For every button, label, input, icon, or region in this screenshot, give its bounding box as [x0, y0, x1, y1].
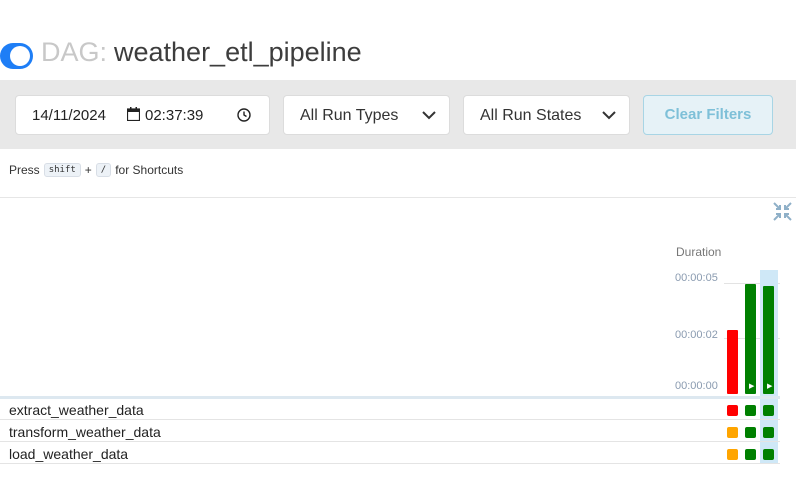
play-icon: ▶ — [749, 383, 755, 390]
clock-icon[interactable] — [237, 108, 251, 122]
task-row[interactable]: transform_weather_data — [0, 421, 780, 442]
duration-tick: 00:00:00 — [675, 380, 718, 392]
task-instance-square[interactable] — [727, 449, 738, 460]
task-instance-square[interactable] — [727, 405, 738, 416]
shortcut-plus: + — [84, 163, 92, 177]
run-states-select[interactable]: All Run States — [463, 95, 630, 135]
run-types-value: All Run Types — [300, 107, 399, 124]
chevron-down-icon — [602, 111, 616, 120]
chevron-down-icon — [422, 111, 436, 120]
calendar-icon[interactable] — [127, 107, 140, 121]
slash-key: / — [95, 163, 112, 177]
task-row[interactable]: extract_weather_data — [0, 399, 780, 420]
task-name[interactable]: transform_weather_data — [9, 424, 161, 440]
task-instance-square[interactable] — [745, 449, 756, 460]
play-icon: ▶ — [767, 383, 773, 390]
collapse-icon[interactable] — [773, 202, 792, 221]
shift-key: shift — [43, 163, 81, 177]
run-types-select[interactable]: All Run Types — [283, 95, 450, 135]
task-instance-square[interactable] — [763, 449, 774, 460]
task-row[interactable]: load_weather_data — [0, 443, 780, 464]
duration-label: Duration — [676, 245, 722, 259]
task-instance-square[interactable] — [745, 405, 756, 416]
execution-date-input[interactable]: 14/11/2024 02:37:39 — [15, 95, 270, 135]
duration-tick: 00:00:02 — [675, 329, 718, 341]
run-states-value: All Run States — [480, 107, 582, 124]
task-instance-square[interactable] — [763, 405, 774, 416]
run-duration-bar[interactable]: ▶ — [763, 286, 774, 394]
duration-tick: 00:00:05 — [675, 272, 718, 284]
divider — [0, 197, 796, 198]
dag-prefix: DAG: — [41, 37, 108, 67]
run-duration-bar[interactable] — [727, 330, 738, 394]
task-name[interactable]: extract_weather_data — [9, 402, 144, 418]
task-instance-square[interactable] — [727, 427, 738, 438]
shortcut-hint: Press shift + / for Shortcuts — [9, 163, 183, 177]
task-instance-square[interactable] — [745, 427, 756, 438]
clear-filters-button[interactable]: Clear Filters — [643, 95, 773, 135]
run-duration-bar[interactable]: ▶ — [745, 284, 756, 394]
page-title: weather_etl_pipeline — [114, 37, 362, 67]
toggle-knob — [10, 46, 30, 66]
dag-pause-toggle[interactable] — [0, 43, 33, 69]
date-value: 14/11/2024 — [32, 107, 106, 124]
time-value: 02:37:39 — [145, 107, 204, 124]
shortcut-prefix: Press — [9, 163, 40, 177]
task-instance-square[interactable] — [763, 427, 774, 438]
task-name[interactable]: load_weather_data — [9, 446, 128, 462]
shortcut-suffix: for Shortcuts — [115, 163, 184, 177]
